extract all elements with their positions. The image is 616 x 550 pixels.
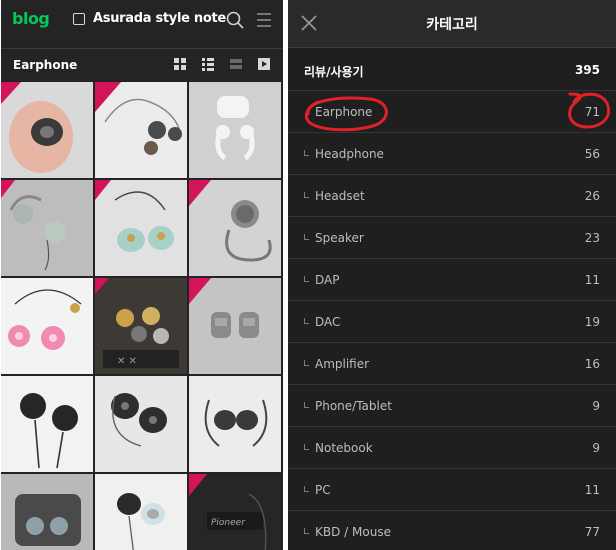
category-count: 11 [584,483,600,497]
category-label: Phone/Tablet [315,399,392,413]
category-label: 리뷰/사용기 [304,65,364,79]
category-title: 카테고리 [426,17,478,33]
svg-text:Pioneer: Pioneer [211,518,246,528]
post-thumbnail-grid: ✕ ✕ Pioneer [1,82,283,550]
category-menu-screen: 카테고리 리뷰/사용기 395 Earphone 71 Headphone 56… [288,0,616,550]
category-label: DAC [315,315,341,329]
blog-header: blog Asurada style note [1,0,283,42]
blog-category-screen: blog Asurada style note Earphone ✕ ✕ Pio… [1,0,283,550]
search-icon[interactable] [225,10,245,30]
post-thumbnail[interactable] [95,180,187,276]
blog-logo[interactable]: blog [12,9,50,28]
post-thumbnail[interactable] [189,82,281,178]
category-item-phone-tablet[interactable]: Phone/Tablet 9 [288,386,616,427]
sub-item-indicator [304,360,309,366]
category-header: 카테고리 [288,0,616,48]
post-thumbnail[interactable] [1,278,93,374]
sub-item-indicator [304,528,309,534]
category-label: Headphone [315,147,384,161]
category-item-headphone[interactable]: Headphone 56 [288,134,616,175]
post-thumbnail[interactable] [95,82,187,178]
card-view-icon[interactable] [229,57,243,71]
post-thumbnail[interactable]: Pioneer [189,474,281,550]
category-item-dap[interactable]: DAP 11 [288,260,616,301]
post-thumbnail[interactable] [189,278,281,374]
list-view-icon[interactable] [201,57,215,71]
blog-title[interactable]: Asurada style note [93,11,226,26]
sub-item-indicator [304,402,309,408]
post-thumbnail[interactable] [1,474,93,550]
category-item-reviews[interactable]: 리뷰/사용기 395 [288,50,616,91]
sub-item-indicator [304,318,309,324]
category-count: 9 [592,441,600,455]
category-count: 56 [584,147,600,161]
blog-checkbox[interactable] [73,13,85,25]
post-thumbnail[interactable] [1,376,93,472]
category-label: Speaker [315,231,364,245]
category-count: 11 [584,273,600,287]
category-item-speaker[interactable]: Speaker 23 [288,218,616,259]
category-label: PC [315,483,331,497]
category-count: 19 [584,315,600,329]
category-bar: Earphone [1,48,283,80]
category-count: 77 [584,525,600,539]
post-thumbnail[interactable] [1,82,93,178]
sub-item-indicator [304,192,309,198]
category-item-notebook[interactable]: Notebook 9 [288,428,616,469]
play-icon[interactable] [257,57,271,71]
category-label: Earphone [315,105,373,119]
category-label: Notebook [315,441,373,455]
category-label: Amplifier [315,357,370,371]
category-label: DAP [315,273,340,287]
category-count: 16 [584,357,600,371]
category-item-kbd-mouse[interactable]: KBD / Mouse 77 [288,512,616,550]
svg-text:✕ ✕: ✕ ✕ [117,356,137,367]
grid-view-icon[interactable] [173,57,187,71]
category-item-dac[interactable]: DAC 19 [288,302,616,343]
category-count: 23 [584,231,600,245]
category-label: Headset [315,189,365,203]
category-item-pc[interactable]: PC 11 [288,470,616,511]
category-item-amplifier[interactable]: Amplifier 16 [288,344,616,385]
post-thumbnail[interactable] [1,180,93,276]
sub-item-indicator [304,234,309,240]
sub-item-indicator [304,150,309,156]
category-count: 395 [574,63,600,77]
category-label: KBD / Mouse [315,525,391,539]
sub-item-indicator [304,276,309,282]
hamburger-menu-icon[interactable] [255,10,273,30]
sub-item-indicator [304,486,309,492]
category-count: 9 [592,399,600,413]
category-title: Earphone [13,58,78,72]
category-item-earphone[interactable]: Earphone 71 [288,92,616,133]
category-count: 26 [584,189,600,203]
post-thumbnail[interactable] [189,180,281,276]
category-item-headset[interactable]: Headset 26 [288,176,616,217]
post-thumbnail[interactable] [95,474,187,550]
post-thumbnail[interactable] [189,376,281,472]
sub-item-indicator [304,444,309,450]
post-thumbnail[interactable]: ✕ ✕ [95,278,187,374]
category-count: 71 [584,105,600,119]
post-thumbnail[interactable] [95,376,187,472]
